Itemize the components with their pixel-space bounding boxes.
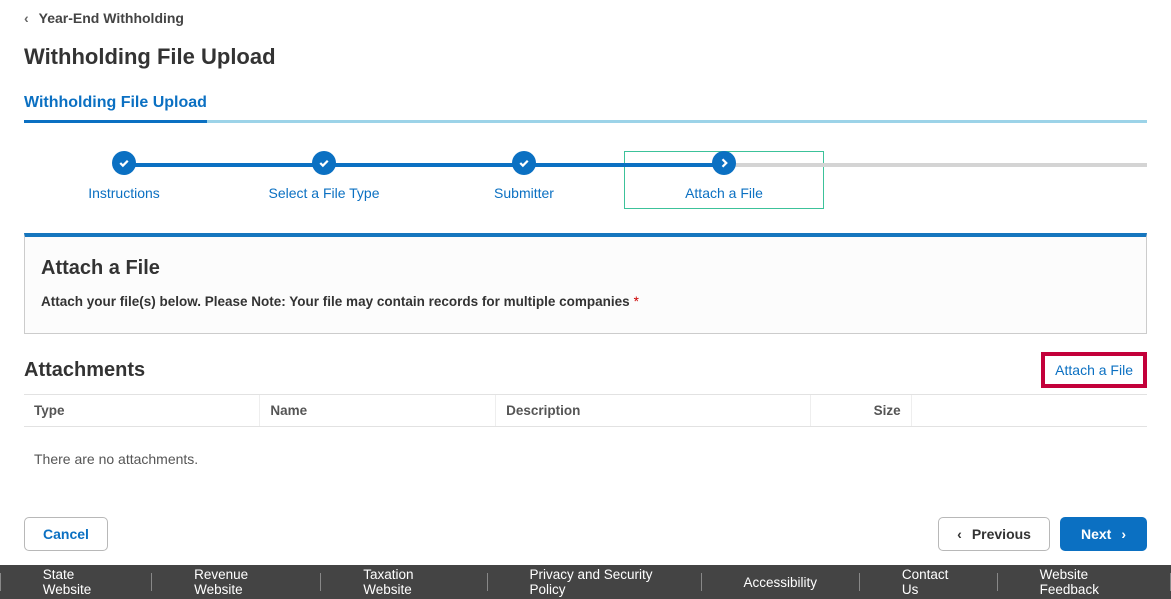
step-attach-a-file[interactable]: Attach a File xyxy=(624,151,824,209)
col-actions xyxy=(911,395,1147,427)
step-label: Instructions xyxy=(24,185,224,201)
footer-link-accessibility[interactable]: Accessibility xyxy=(702,575,860,590)
attach-file-card: Attach a File Attach your file(s) below.… xyxy=(24,233,1147,334)
footer-link-revenue-website[interactable]: Revenue Website xyxy=(152,567,320,597)
footer-link-website-feedback[interactable]: Website Feedback xyxy=(998,567,1171,597)
attach-a-file-link[interactable]: Attach a File xyxy=(1041,352,1147,388)
chevron-left-icon: ‹ xyxy=(24,10,29,26)
footer-link-taxation-website[interactable]: Taxation Website xyxy=(321,567,486,597)
attachments-empty: There are no attachments. xyxy=(24,435,1147,483)
card-note-text: Attach your file(s) below. Please Note: … xyxy=(41,294,630,309)
table-header-row: Type Name Description Size xyxy=(24,395,1147,427)
col-type[interactable]: Type xyxy=(24,395,260,427)
previous-button-label: Previous xyxy=(972,526,1031,542)
chevron-left-icon: ‹ xyxy=(957,526,962,542)
card-title: Attach a File xyxy=(41,257,1130,280)
step-submitter[interactable]: Submitter xyxy=(424,151,624,209)
next-button[interactable]: Next › xyxy=(1060,517,1147,551)
breadcrumb-label: Year-End Withholding xyxy=(39,10,184,26)
chevron-right-icon xyxy=(712,151,736,175)
col-name[interactable]: Name xyxy=(260,395,496,427)
check-icon xyxy=(112,151,136,175)
step-rest xyxy=(824,151,1147,209)
footer: State Website Revenue Website Taxation W… xyxy=(0,565,1171,599)
col-description[interactable]: Description xyxy=(496,395,810,427)
stepper: Instructions Select a File Type Submitte… xyxy=(24,151,1147,209)
required-asterisk: * xyxy=(634,294,639,309)
footer-link-contact-us[interactable]: Contact Us xyxy=(860,567,997,597)
button-row: Cancel ‹ Previous Next › xyxy=(24,517,1147,551)
page-title: Withholding File Upload xyxy=(24,44,1147,70)
check-icon xyxy=(312,151,336,175)
step-instructions[interactable]: Instructions xyxy=(24,151,224,209)
footer-link-privacy-security[interactable]: Privacy and Security Policy xyxy=(487,567,700,597)
tab-withholding-file-upload[interactable]: Withholding File Upload xyxy=(24,88,207,123)
previous-button[interactable]: ‹ Previous xyxy=(938,517,1050,551)
tab-bar: Withholding File Upload xyxy=(24,88,1147,123)
cancel-button[interactable]: Cancel xyxy=(24,517,108,551)
step-select-file-type[interactable]: Select a File Type xyxy=(224,151,424,209)
col-size[interactable]: Size xyxy=(810,395,911,427)
footer-link-state-website[interactable]: State Website xyxy=(1,567,152,597)
attachments-table: Type Name Description Size xyxy=(24,394,1147,427)
check-icon xyxy=(512,151,536,175)
step-label: Select a File Type xyxy=(224,185,424,201)
step-label: Attach a File xyxy=(624,185,824,201)
breadcrumb[interactable]: ‹ Year-End Withholding xyxy=(24,10,1147,26)
chevron-right-icon: › xyxy=(1121,526,1126,542)
attachments-heading: Attachments xyxy=(24,359,145,382)
step-label: Submitter xyxy=(424,185,624,201)
cancel-button-label: Cancel xyxy=(43,526,89,542)
next-button-label: Next xyxy=(1081,526,1111,542)
card-note: Attach your file(s) below. Please Note: … xyxy=(41,294,1130,309)
